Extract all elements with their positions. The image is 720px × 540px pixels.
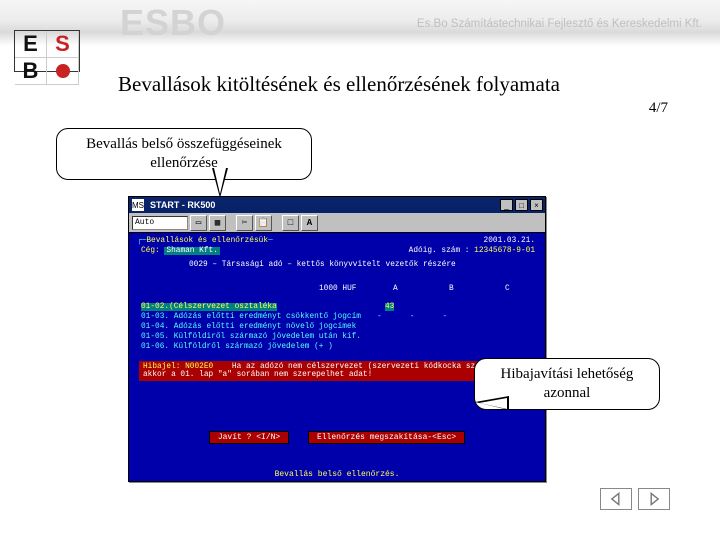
- dos-body: ┌─Bevallások és ellenőrzésük─ 2001.03.21…: [129, 233, 545, 481]
- col-c: C: [505, 285, 510, 293]
- section-header: ┌─Bevallások és ellenőrzésük─: [137, 237, 273, 245]
- units-label: 1000 HUF: [319, 285, 356, 293]
- window-title: START - RK500: [150, 200, 500, 210]
- page-number: 4/7: [649, 100, 668, 117]
- ceg-row: Cég: Shaman Kft.: [141, 247, 220, 255]
- minimize-button[interactable]: _: [500, 199, 513, 211]
- error-box: Hibajel: N002E0 Ha az adózó nem célszerv…: [139, 361, 527, 381]
- row-4[interactable]: 01-06. Külföldről származó jövedelem (+ …: [141, 343, 333, 351]
- ceg-value[interactable]: Shaman Kft.: [164, 247, 219, 255]
- button-row: Javít ? <I/N> Ellenőrzés megszakítása-<E…: [129, 431, 545, 444]
- callout-top: Bevallás belső összefüggéseinek ellenőrz…: [56, 128, 312, 180]
- row-1[interactable]: 01-03. Adózás előtti eredményt csökkentő…: [141, 313, 361, 321]
- close-button[interactable]: ×: [530, 199, 543, 211]
- toolbar-btn-2[interactable]: ▦: [209, 215, 226, 231]
- nav-next-button[interactable]: [638, 488, 670, 510]
- toolbar-btn-fullscreen[interactable]: □: [282, 215, 299, 231]
- row-3[interactable]: 01-05. Külföldiről származó jövedelem ut…: [141, 333, 361, 341]
- table-title: 0029 – Társasági adó – kettős könyvvitel…: [189, 261, 456, 269]
- logo-dot-icon: [47, 58, 79, 85]
- maximize-button[interactable]: □: [515, 199, 528, 211]
- fix-button[interactable]: Javít ? <I/N>: [209, 431, 289, 444]
- row-2[interactable]: 01-04. Adózás előtti eredményt növelő jo…: [141, 323, 356, 331]
- toolbar-btn-copy[interactable]: ✂: [236, 215, 253, 231]
- row-0-a: 43: [385, 303, 394, 311]
- header-date: 2001.03.21.: [484, 237, 535, 245]
- toolbar-btn-1[interactable]: ▭: [190, 215, 207, 231]
- arrow-left-icon: [609, 492, 623, 506]
- auto-dropdown[interactable]: Auto: [132, 216, 188, 230]
- logo-letter-b: B: [15, 58, 47, 85]
- toolbar-btn-paste[interactable]: 📋: [255, 215, 272, 231]
- toolbar-btn-font[interactable]: A: [301, 215, 318, 231]
- row-dashes: - - -: [377, 313, 447, 321]
- dos-toolbar: Auto ▭ ▦ ✂ 📋 □ A: [129, 213, 545, 233]
- logo-letter-s: S: [47, 31, 79, 58]
- arrow-right-icon: [647, 492, 661, 506]
- callout-right-tail: [475, 396, 509, 410]
- error-title: Hibajel: N002E0: [143, 363, 213, 371]
- adoig-row: Adóig. szám : 12345678-9-01: [409, 247, 535, 255]
- logo-letter-e: E: [15, 31, 47, 58]
- cancel-button[interactable]: Ellenőrzés megszakítása-<Esc>: [308, 431, 465, 444]
- company-subtitle: Es.Bo Számítástechnikai Fejlesztő és Ker…: [417, 18, 702, 30]
- row-0[interactable]: 01-02.(Célszervezet osztaléka: [141, 303, 277, 311]
- slide-header-band: ESBO Es.Bo Számítástechnikai Fejlesztő é…: [0, 0, 720, 46]
- nav-prev-button[interactable]: [600, 488, 632, 510]
- slide-title: Bevallások kitöltésének és ellenőrzéséne…: [118, 72, 560, 97]
- col-b: B: [449, 285, 454, 293]
- col-a: A: [393, 285, 398, 293]
- status-line: Bevallás belső ellenőrzés.: [129, 470, 545, 479]
- esbo-logo: E S B: [14, 30, 80, 72]
- watermark-text: ESBO: [120, 2, 226, 44]
- callout-top-tail: [212, 168, 228, 198]
- dos-window: MS START - RK500 _ □ × Auto ▭ ▦ ✂ 📋 □ A …: [128, 196, 546, 482]
- window-titlebar[interactable]: MS START - RK500 _ □ ×: [129, 197, 545, 213]
- window-icon: MS: [132, 199, 144, 211]
